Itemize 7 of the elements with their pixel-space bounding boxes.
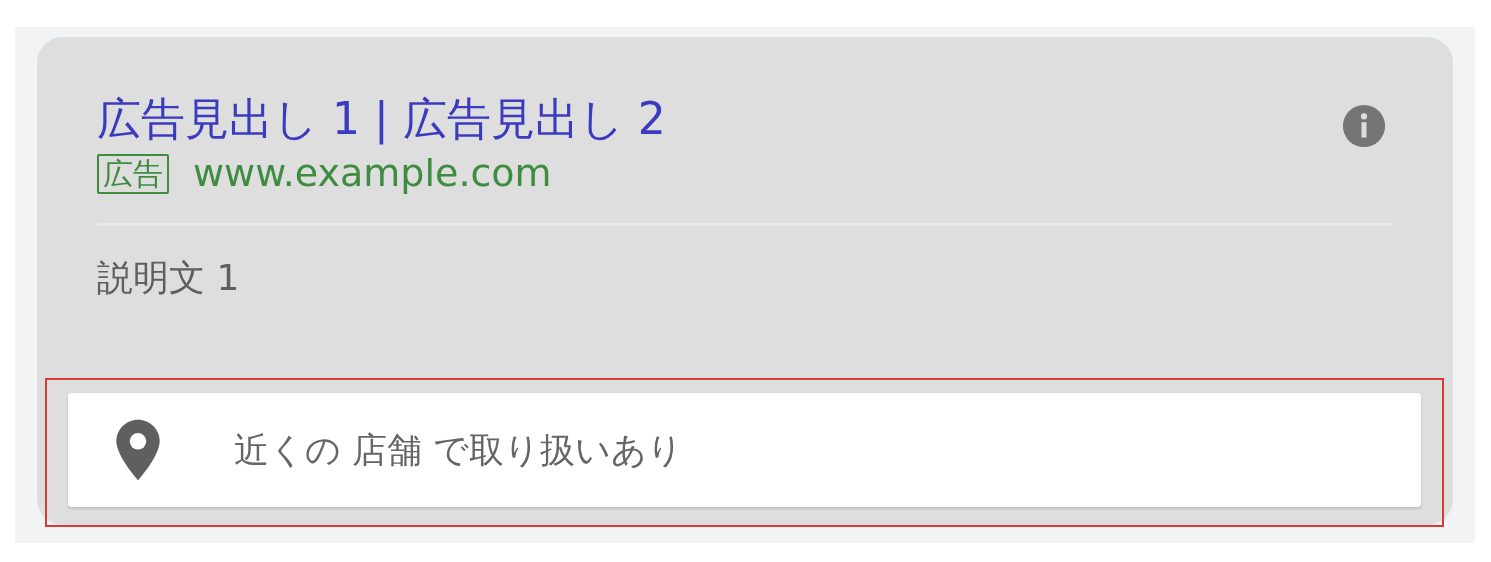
ad-url[interactable]: www.example.com [193, 151, 552, 197]
ad-description: 説明文 1 [97, 256, 241, 300]
extension-text: 近くの 店舗 で取り扱いあり [234, 428, 684, 472]
info-icon[interactable] [1341, 103, 1387, 149]
ad-headline[interactable]: 広告見出し 1 | 広告見出し 2 [97, 95, 1393, 144]
location-extension[interactable]: 近くの 店舗 で取り扱いあり [68, 393, 1421, 507]
ad-badge: 広告 [97, 154, 169, 195]
